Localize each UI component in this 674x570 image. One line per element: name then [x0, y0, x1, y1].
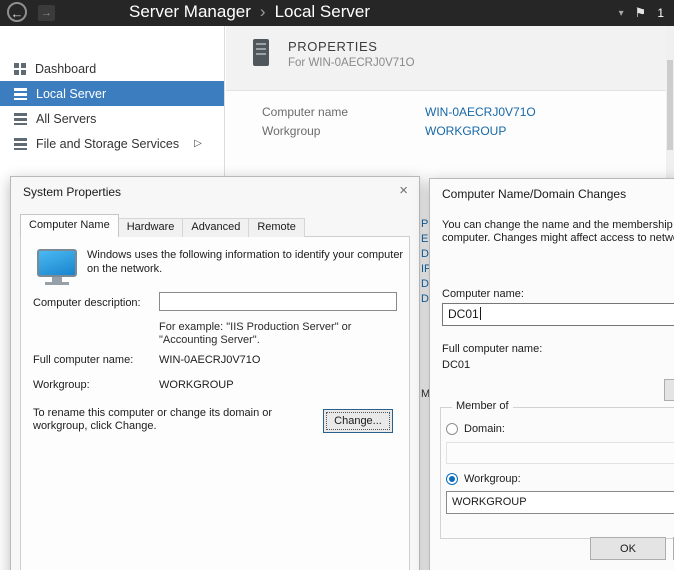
- properties-subtitle: For WIN-0AECRJ0V71O: [288, 57, 415, 69]
- scrollbar-thumb[interactable]: [667, 60, 673, 150]
- sidebar-item-label: Dashboard: [35, 62, 96, 76]
- intro-text: You can change the name and the membersh…: [442, 219, 674, 231]
- breadcrumb-current-page: Local Server: [275, 2, 370, 21]
- rename-help-text: To rename this computer or change its do…: [33, 407, 272, 419]
- member-of-label: Member of: [452, 400, 513, 412]
- notification-flag-icon[interactable]: ⚑: [635, 5, 647, 21]
- sidebar-item-file-storage-services[interactable]: File and Storage Services ▷: [0, 131, 224, 156]
- notification-count-badge[interactable]: 1: [657, 6, 664, 20]
- computer-name-label: Computer name:: [442, 288, 524, 300]
- domain-radio[interactable]: [446, 423, 458, 435]
- dialog-title: Computer Name/Domain Changes: [442, 187, 626, 201]
- clipped-link-fragment: D: [421, 278, 429, 290]
- sidebar-item-dashboard[interactable]: Dashboard: [0, 56, 224, 81]
- property-label: Computer name: [262, 105, 425, 119]
- more-button[interactable]: [664, 379, 674, 401]
- sidebar-item-local-server[interactable]: Local Server: [0, 81, 224, 106]
- sidebar-item-all-servers[interactable]: All Servers: [0, 106, 224, 131]
- computer-name-link[interactable]: WIN-0AECRJ0V71O: [425, 105, 536, 119]
- servers-icon: [14, 113, 27, 125]
- clipped-link-fragment: IP: [421, 263, 429, 275]
- intro-text: computer. Changes might affect access to…: [442, 232, 674, 244]
- full-computer-name-label: Full computer name:: [442, 343, 542, 355]
- tab-strip: Computer Name Hardware Advanced Remote: [20, 214, 304, 237]
- clipped-link-fragment: D: [421, 248, 429, 260]
- chevron-right-icon: ▷: [194, 138, 202, 149]
- workgroup-radio-label[interactable]: Workgroup:: [464, 473, 521, 485]
- dashboard-icon: [14, 63, 26, 75]
- computer-name-input[interactable]: DC01: [442, 303, 674, 326]
- name-changes-dialog: Computer Name/Domain Changes You can cha…: [429, 178, 674, 570]
- example-text: "Accounting Server".: [159, 334, 260, 346]
- close-icon[interactable]: ×: [399, 182, 408, 199]
- workgroup-link[interactable]: WORKGROUP: [425, 124, 506, 138]
- clipped-text-fragment: M: [421, 388, 429, 400]
- breadcrumb-separator-icon: ›: [260, 2, 266, 21]
- full-computer-name-label: Full computer name:: [33, 354, 133, 366]
- tab-hardware[interactable]: Hardware: [118, 218, 184, 237]
- text-cursor: [480, 307, 481, 320]
- storage-icon: [14, 138, 27, 150]
- sidebar-item-label: Local Server: [36, 87, 106, 101]
- domain-input[interactable]: [446, 442, 674, 464]
- intro-text: Windows uses the following information t…: [87, 249, 403, 261]
- domain-radio-label[interactable]: Domain:: [464, 423, 505, 435]
- clipped-link-fragment: Pu: [421, 218, 429, 230]
- workgroup-value: WORKGROUP: [159, 379, 234, 391]
- computer-description-input[interactable]: [159, 292, 397, 311]
- sidebar-item-label: File and Storage Services: [36, 137, 179, 151]
- computer-name-input-value: DC01: [448, 307, 479, 321]
- full-computer-name-value: WIN-0AECRJ0V71O: [159, 354, 260, 366]
- breadcrumb: Server Manager › Local Server: [129, 2, 370, 22]
- workgroup-input[interactable]: WORKGROUP: [446, 491, 674, 514]
- ok-button[interactable]: OK: [590, 537, 666, 560]
- tab-remote[interactable]: Remote: [248, 218, 305, 237]
- sidebar-item-label: All Servers: [36, 112, 96, 126]
- server-icon: [14, 88, 27, 100]
- server-tile-icon: [253, 39, 269, 66]
- clipped-link-fragment: D: [421, 293, 429, 305]
- system-properties-dialog: System Properties × Computer Name Hardwa…: [10, 176, 420, 570]
- back-arrow-icon: ←: [11, 6, 24, 21]
- computer-description-label: Computer description:: [33, 297, 141, 309]
- forward-button[interactable]: →: [38, 5, 55, 21]
- properties-title: PROPERTIES: [288, 39, 378, 54]
- dialog-title: System Properties: [23, 185, 121, 199]
- workgroup-label: Workgroup:: [33, 379, 90, 391]
- rename-help-text: workgroup, click Change.: [33, 420, 157, 432]
- intro-text: on the network.: [87, 263, 162, 275]
- forward-arrow-icon: →: [41, 7, 52, 19]
- property-row: Workgroup WORKGROUP: [226, 121, 666, 140]
- computer-monitor-icon: [37, 249, 77, 277]
- workgroup-radio[interactable]: [446, 473, 458, 485]
- property-label: Workgroup: [262, 124, 425, 138]
- back-button[interactable]: ←: [7, 2, 27, 22]
- tab-computer-name[interactable]: Computer Name: [20, 214, 119, 237]
- tab-advanced[interactable]: Advanced: [182, 218, 249, 237]
- property-row: Computer name WIN-0AECRJ0V71O: [226, 102, 666, 121]
- clipped-properties-column: Pu En D IP D D M: [420, 204, 429, 404]
- example-text: For example: "IIS Production Server" or: [159, 321, 351, 333]
- properties-header: PROPERTIES For WIN-0AECRJ0V71O: [226, 26, 666, 90]
- titlebar: ← → Server Manager › Local Server ▾ ⚑ 1: [0, 0, 674, 26]
- titlebar-actions: ▾ ⚑ 1: [619, 0, 664, 26]
- full-computer-name-value: DC01: [442, 359, 470, 371]
- clipped-link-fragment: En: [421, 233, 429, 245]
- app-title: Server Manager: [129, 2, 251, 21]
- chevron-down-icon[interactable]: ▾: [619, 8, 624, 19]
- change-button[interactable]: Change...: [323, 409, 393, 433]
- server-manager-window: ← → Server Manager › Local Server ▾ ⚑ 1 Da…: [0, 0, 674, 570]
- computer-name-tab-page: Windows uses the following information t…: [20, 236, 410, 570]
